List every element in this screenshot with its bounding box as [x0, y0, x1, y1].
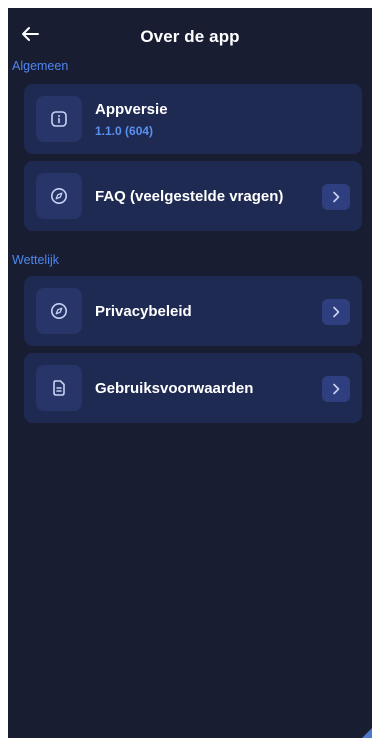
- terms-of-use-card[interactable]: Gebruiksvoorwaarden: [24, 353, 362, 423]
- faq-card[interactable]: FAQ (veelgestelde vragen): [24, 161, 362, 231]
- app-header: Over de app: [8, 8, 372, 60]
- compass-icon: [36, 173, 82, 219]
- compass-icon: [36, 288, 82, 334]
- privacy-policy-label: Privacybeleid: [95, 303, 192, 320]
- app-version-value: 1.1.0 (604): [95, 124, 154, 138]
- faq-label: FAQ (veelgestelde vragen): [95, 188, 284, 205]
- app-version-label: Appversie: [95, 101, 168, 118]
- privacy-policy-card[interactable]: Privacybeleid: [24, 276, 362, 346]
- document-icon: [36, 365, 82, 411]
- about-app-screen: Over de app Algemeen Appversie 1.1.0 (60…: [8, 8, 372, 738]
- page-title: Over de app: [140, 27, 240, 46]
- section-title-legal: Wettelijk: [12, 253, 60, 267]
- chevron-right-icon: [322, 299, 350, 325]
- app-version-card: Appversie 1.1.0 (604): [24, 84, 362, 154]
- chevron-right-icon: [322, 376, 350, 402]
- resize-corner-icon: [362, 728, 372, 738]
- section-title-general: Algemeen: [12, 59, 69, 73]
- terms-of-use-label: Gebruiksvoorwaarden: [95, 380, 254, 397]
- info-icon: [36, 96, 82, 142]
- chevron-right-icon: [322, 184, 350, 210]
